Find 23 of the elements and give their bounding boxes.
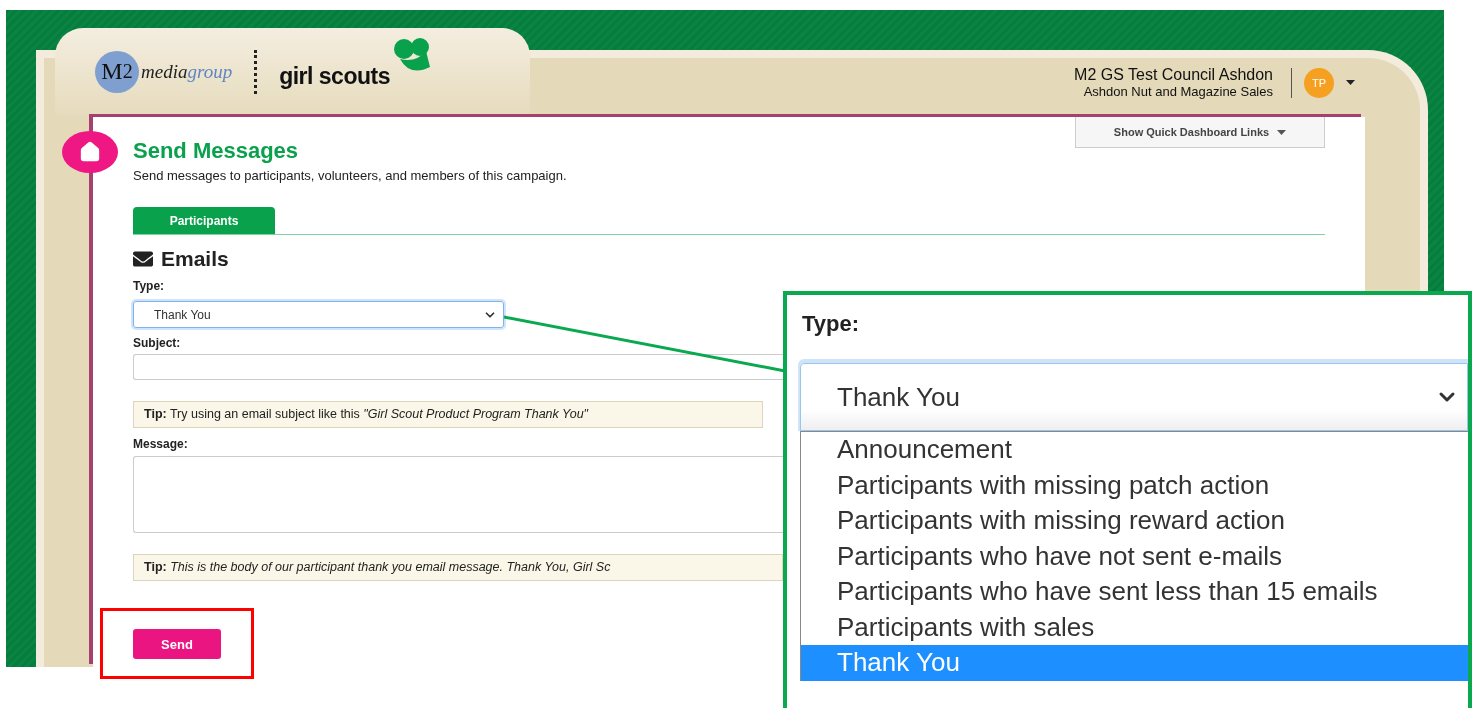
caret-icon	[1346, 80, 1355, 85]
field-label: Message:	[133, 437, 188, 451]
partner-wordmark: girl scouts	[279, 63, 390, 90]
council-name: M2 GS Test Council Ashdon	[1074, 66, 1273, 84]
field-label: Type:	[801, 311, 861, 337]
field-label: Subject:	[133, 336, 181, 350]
logo-wordmark: mediagroup	[141, 60, 233, 83]
page-title: Send Messages	[133, 138, 300, 164]
tip-text: Tip: This is the body of our participant thank you email message. Thank You, Girl Sc	[133, 554, 783, 581]
tip-text: Tip: Try using an email subject like this "Girl Scout Product Program Thank You"	[133, 401, 763, 428]
campaign-name: Ashdon Nut and Magazine Sales	[1083, 84, 1273, 99]
section-title: Emails	[161, 247, 229, 271]
home-button[interactable]	[62, 131, 118, 173]
caret-icon	[1277, 129, 1287, 135]
page-subtitle: Send messages to participants, volunteers, and members of this campaign.	[133, 168, 567, 183]
field-label: Type:	[133, 279, 165, 293]
envelope-icon	[133, 249, 153, 269]
send-button[interactable]: Send	[133, 629, 221, 659]
message-field[interactable]	[133, 456, 783, 533]
home-icon	[79, 141, 101, 163]
quick-links-button[interactable]: Show Quick Dashboard Links	[1075, 117, 1325, 148]
type-select[interactable]: Thank You	[133, 301, 504, 328]
subject-field[interactable]	[133, 354, 783, 380]
